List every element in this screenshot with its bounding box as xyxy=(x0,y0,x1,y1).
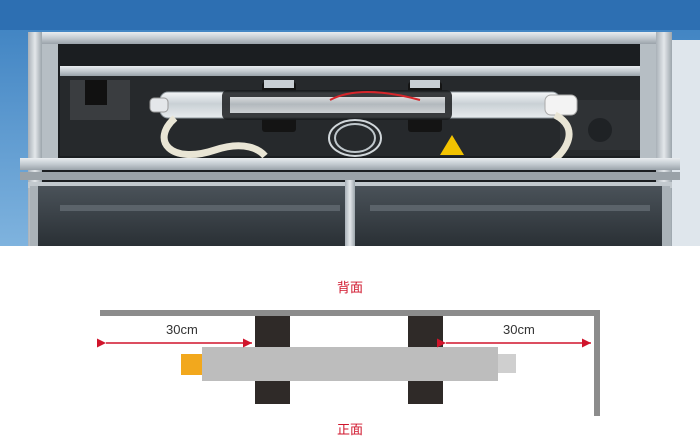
laser-tube-end-cap xyxy=(498,354,516,373)
right-distance-label: 30cm xyxy=(503,322,535,337)
right-bracket-bottom xyxy=(408,381,443,404)
left-distance-label: 30cm xyxy=(166,322,198,337)
machine-back-wall xyxy=(100,310,600,316)
laser-tube-photo xyxy=(0,0,700,246)
right-bracket-top xyxy=(408,316,443,347)
laser-tube-body xyxy=(202,347,498,381)
installation-diagram: 背面 30cm 30cm 正面 xyxy=(0,246,700,439)
left-bracket-bottom xyxy=(255,381,290,404)
tube-connector xyxy=(181,354,203,375)
left-bracket-top xyxy=(255,316,290,347)
front-side-label: 正面 xyxy=(337,422,364,437)
diagram-drawing xyxy=(97,310,600,416)
machine-side-wall xyxy=(594,310,600,416)
